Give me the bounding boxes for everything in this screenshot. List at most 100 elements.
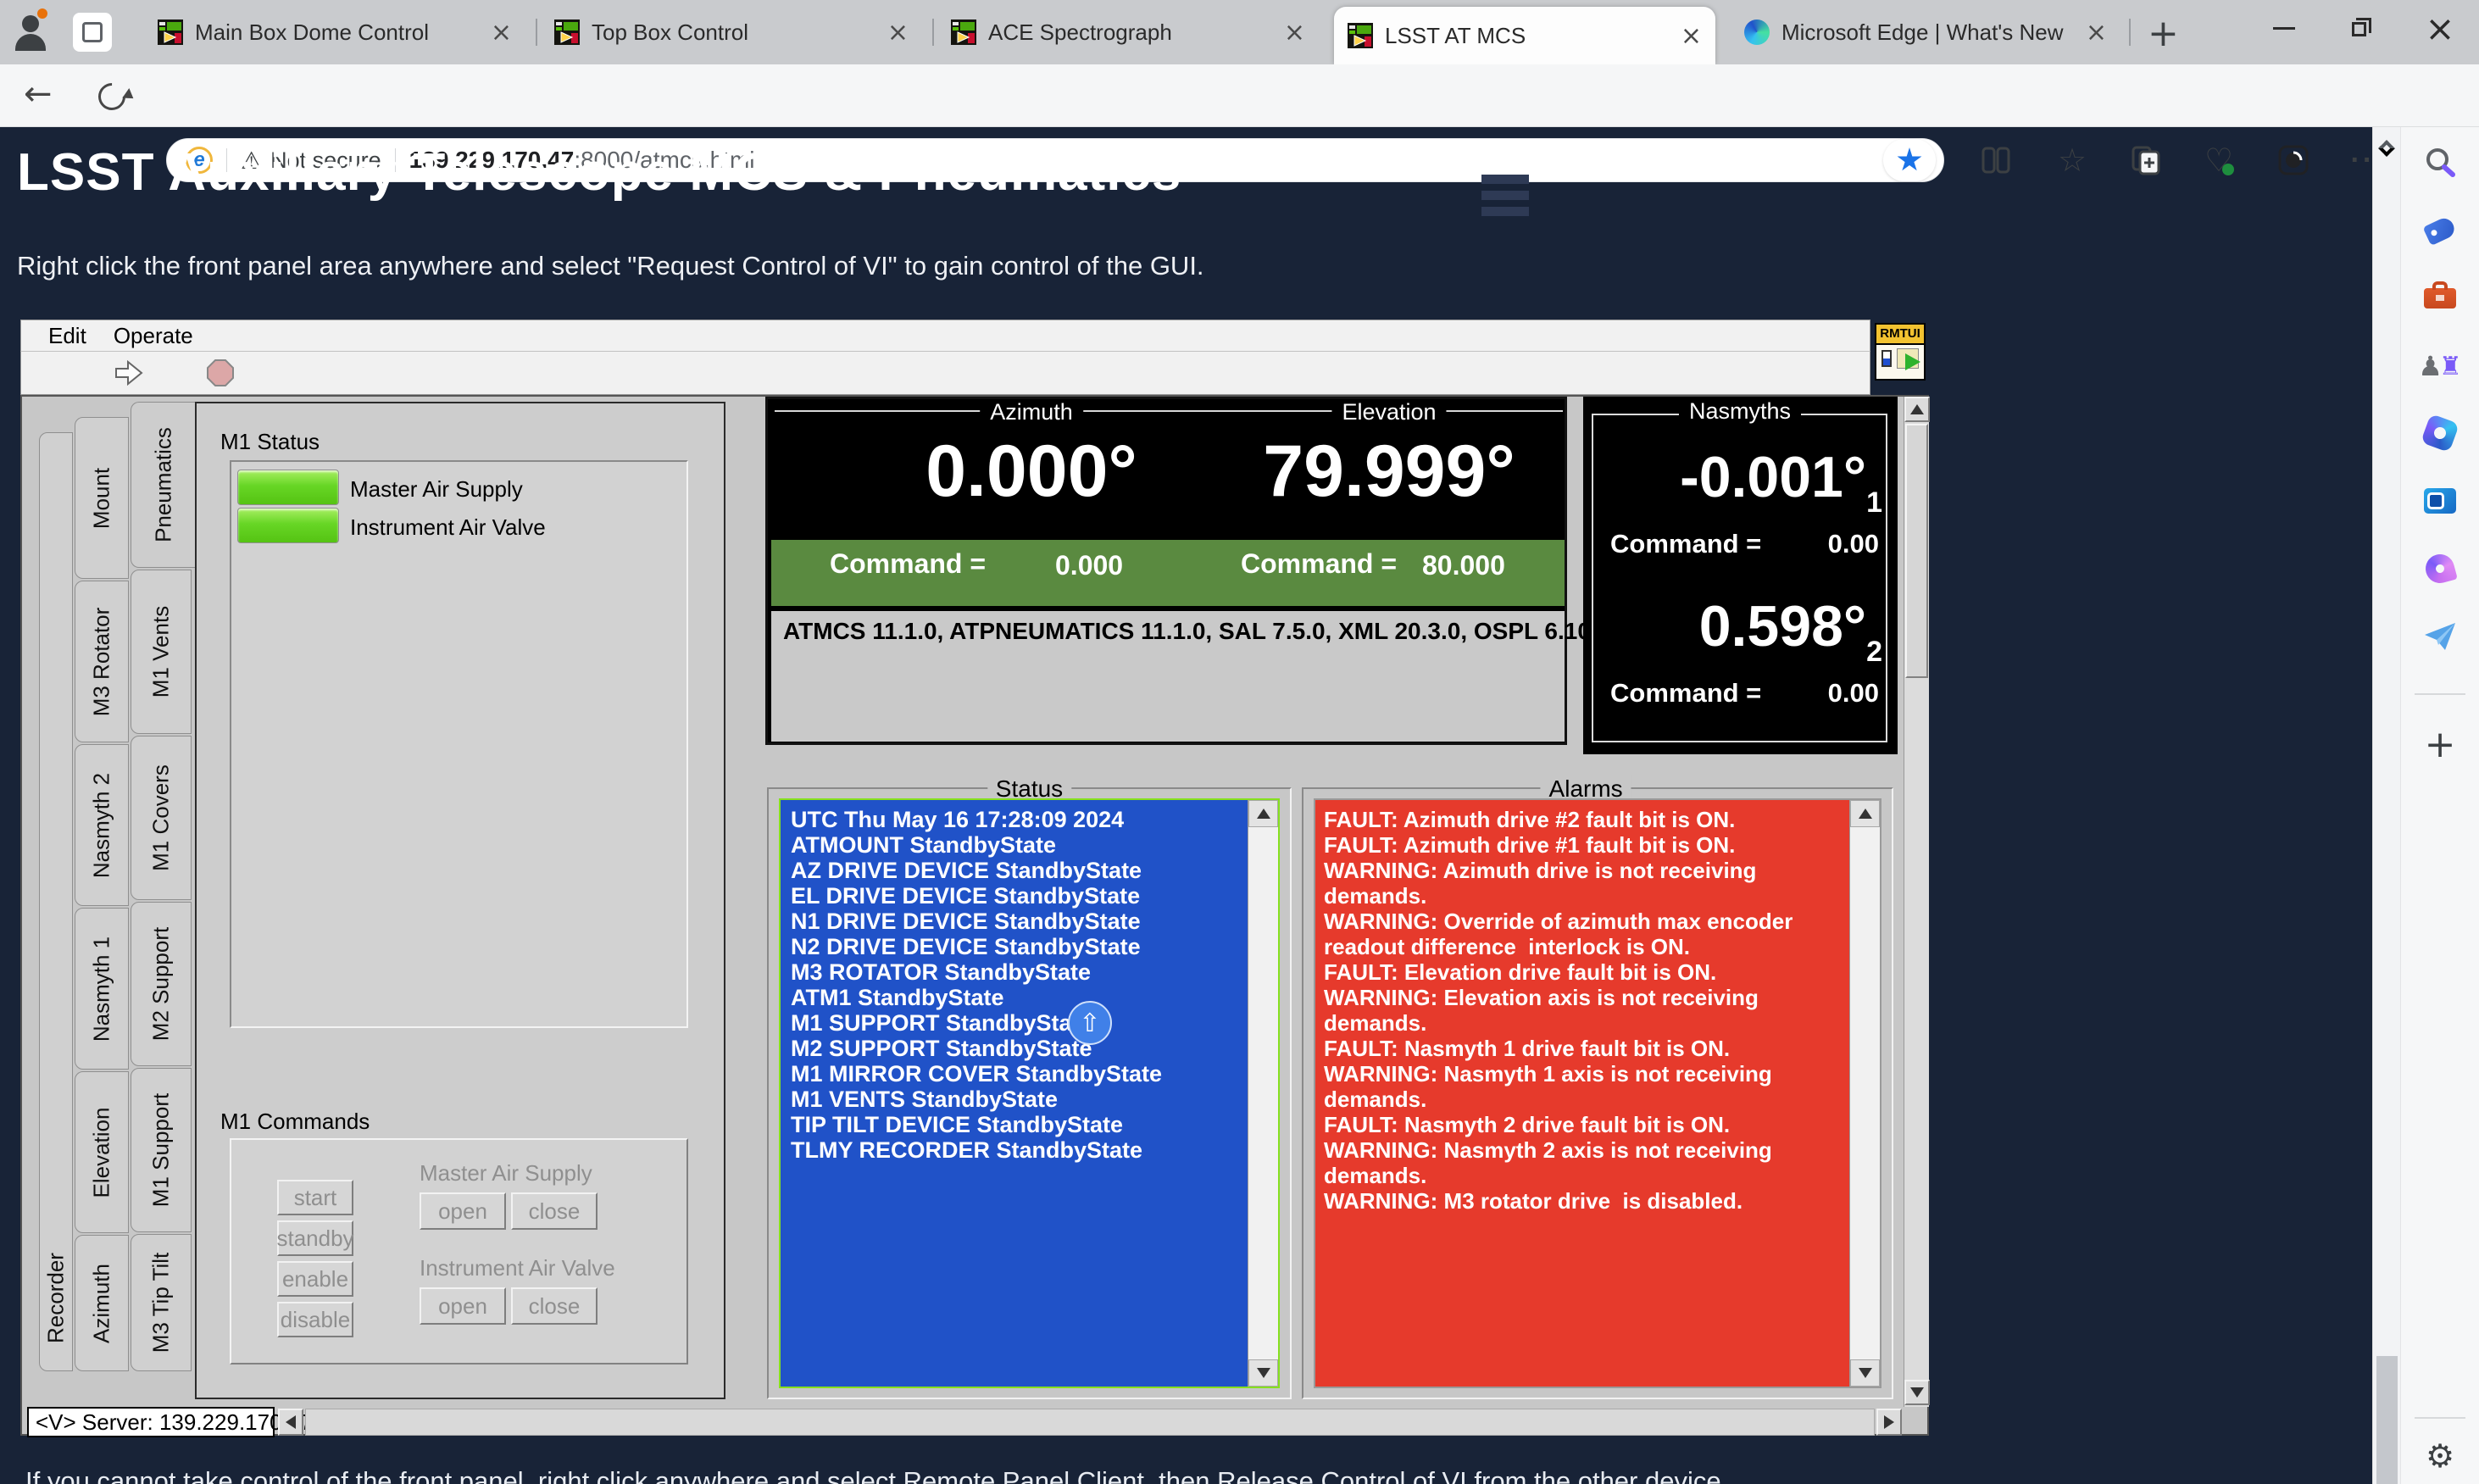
tab-workspaces-icon[interactable] xyxy=(73,13,112,52)
tab-top-box-control[interactable]: Top Box Control × xyxy=(541,0,922,64)
back-button[interactable]: ← xyxy=(24,75,53,114)
alarms-scroll-up-button[interactable] xyxy=(1850,800,1880,827)
tab-edge-whats-new[interactable]: Microsoft Edge | What's New × xyxy=(1731,0,2120,64)
vi-tab-m3-tip-tilt[interactable]: M3 Tip Tilt xyxy=(131,1234,192,1371)
tab-close-icon[interactable]: × xyxy=(2086,18,2107,47)
vi-scroll-down-button[interactable] xyxy=(1904,1380,1930,1405)
sidebar-image-creator-button[interactable] xyxy=(2421,550,2459,587)
tracking-prevention-button[interactable] xyxy=(2273,140,2314,181)
run-arrow-icon[interactable] xyxy=(113,359,145,386)
stop-button-icon[interactable] xyxy=(206,358,235,387)
sidebar-drop-button[interactable] xyxy=(2421,618,2459,655)
up-arrow-icon xyxy=(1859,809,1872,819)
page-subtitle: Right click the front panel area anywher… xyxy=(17,251,1204,281)
toolbox-handle xyxy=(2432,281,2448,290)
vi-scroll-thumb[interactable] xyxy=(1905,424,1928,678)
vi-tab-m1-vents[interactable]: M1 Vents xyxy=(131,570,192,734)
vi-tab-m2-support[interactable]: M2 Support xyxy=(131,902,192,1066)
essentials-check-dot xyxy=(2222,164,2234,175)
sidebar-tools-button[interactable] xyxy=(2421,280,2459,317)
page-scroll-up-button[interactable] xyxy=(2381,142,2393,154)
collections-icon xyxy=(2130,144,2162,176)
vi-vertical-scrollbar[interactable] xyxy=(1904,397,1929,1407)
tag-hole xyxy=(2430,229,2437,236)
status-scroll-down-button[interactable] xyxy=(1248,1359,1278,1387)
status-scrollbar[interactable] xyxy=(1248,800,1278,1387)
master-air-open-button[interactable]: open xyxy=(420,1192,506,1230)
sidebar-m365-button[interactable] xyxy=(2421,414,2459,452)
vi-tab-m1-covers[interactable]: M1 Covers xyxy=(131,736,192,900)
tab-close-icon[interactable]: × xyxy=(491,18,512,47)
start-button[interactable]: start xyxy=(277,1180,353,1215)
collections-button[interactable] xyxy=(2126,140,2166,181)
master-air-close-button[interactable]: close xyxy=(511,1192,598,1230)
close-window-button[interactable]: × xyxy=(2402,0,2478,56)
minimize-button[interactable] xyxy=(2246,0,2322,56)
vi-scroll-right-button[interactable] xyxy=(1876,1409,1902,1436)
vi-tab-recorder[interactable]: Recorder xyxy=(39,432,73,1371)
sidebar-outlook-button[interactable] xyxy=(2421,482,2459,520)
status-line: N2 DRIVE DEVICE StandbyState xyxy=(791,934,1240,959)
page-scrollbar[interactable] xyxy=(2372,127,2400,1484)
avatar-head-icon xyxy=(22,15,39,32)
instrument-air-close-button[interactable]: close xyxy=(511,1287,598,1325)
vi-tab-pneumatics-active[interactable]: Pneumatics xyxy=(131,402,195,568)
browser-essentials-button[interactable]: ♡ xyxy=(2198,140,2239,181)
scroll-origin-indicator[interactable]: ⇧ xyxy=(1068,1001,1112,1045)
restore-button[interactable] xyxy=(2324,0,2400,56)
vi-tab-nasmyth-2[interactable]: Nasmyth 2 xyxy=(75,744,129,906)
sidebar-shopping-button[interactable] xyxy=(2421,212,2459,249)
sidebar-settings-button[interactable]: ⚙ xyxy=(2421,1437,2459,1475)
refresh-button[interactable] xyxy=(92,77,131,115)
status-listbox[interactable]: UTC Thu May 16 17:28:09 2024 ATMOUNT Sta… xyxy=(779,798,1280,1388)
vi-tab-label: Elevation xyxy=(89,1107,115,1198)
vi-tab-azimuth[interactable]: Azimuth xyxy=(75,1235,129,1371)
enable-button[interactable]: enable xyxy=(277,1261,353,1297)
favorites-button[interactable]: ☆ xyxy=(2052,140,2093,181)
tab-separator xyxy=(2129,19,2131,46)
vi-tab-label: M1 Support xyxy=(148,1093,175,1207)
sidebar-games-button[interactable]: ♟♜ xyxy=(2421,347,2459,385)
elevation-command-value: 80.000 xyxy=(1422,550,1505,581)
vi-tab-nasmyth-1[interactable]: Nasmyth 1 xyxy=(75,908,129,1070)
vi-tab-label: Azimuth xyxy=(89,1264,115,1343)
vi-scroll-up-button[interactable] xyxy=(1904,397,1930,422)
disable-button[interactable]: disable xyxy=(277,1302,353,1337)
alarm-line: FAULT: Nasmyth 2 drive fault bit is ON. xyxy=(1324,1112,1839,1137)
vi-tab-mount[interactable]: Mount xyxy=(75,417,129,579)
tab-ace-spectrograph[interactable]: ACE Spectrograph × xyxy=(937,0,1319,64)
tab-lsst-at-mcs-active[interactable]: LSST AT MCS × xyxy=(1334,7,1715,64)
alarms-listbox[interactable]: FAULT: Azimuth drive #2 fault bit is ON.… xyxy=(1314,798,1881,1388)
menu-operate[interactable]: Operate xyxy=(114,323,193,349)
tab-main-box-dome-control[interactable]: Main Box Dome Control × xyxy=(144,0,525,64)
tab-close-icon[interactable]: × xyxy=(1284,18,1305,47)
version-text: ATMCS 11.1.0, ATPNEUMATICS 11.1.0, SAL 7… xyxy=(783,618,1638,645)
nasmyth2-value: 0.598°2 xyxy=(1699,593,1882,669)
bookmark-added-button[interactable] xyxy=(1883,139,1936,181)
profile-avatar[interactable] xyxy=(12,14,49,51)
vi-scroll-left-button[interactable] xyxy=(278,1409,303,1436)
standby-button[interactable]: standby xyxy=(277,1220,353,1256)
menu-edit[interactable]: Edit xyxy=(48,323,86,349)
elevation-command-label: Command = xyxy=(1241,548,1397,580)
split-screen-button[interactable] xyxy=(1976,140,2016,181)
tab-title: Top Box Control xyxy=(592,19,879,46)
new-tab-button[interactable]: + xyxy=(2148,12,2179,55)
status-scroll-up-button[interactable] xyxy=(1248,800,1278,827)
instrument-air-open-button[interactable]: open xyxy=(420,1287,506,1325)
vi-tab-label: M2 Support xyxy=(148,927,175,1041)
vi-tab-m3-rotator[interactable]: M3 Rotator xyxy=(75,581,129,742)
vi-tab-label: Pneumatics xyxy=(150,427,176,542)
page-scroll-thumb[interactable] xyxy=(2376,1356,2398,1484)
vi-horizontal-scrollbar[interactable] xyxy=(305,1409,1875,1436)
sidebar-add-button[interactable]: + xyxy=(2421,725,2459,763)
alarm-line: FAULT: Azimuth drive #1 fault bit is ON. xyxy=(1324,832,1839,858)
tab-close-icon[interactable]: × xyxy=(1681,21,1702,51)
vi-tab-elevation[interactable]: Elevation xyxy=(75,1071,129,1233)
tab-close-icon[interactable]: × xyxy=(887,18,909,47)
vi-tab-m1-support[interactable]: M1 Support xyxy=(131,1068,192,1232)
alarms-scrollbar[interactable] xyxy=(1849,800,1880,1387)
m365-hole xyxy=(2432,425,2448,441)
alarms-scroll-down-button[interactable] xyxy=(1850,1359,1880,1387)
sidebar-search-button[interactable] xyxy=(2421,144,2459,181)
